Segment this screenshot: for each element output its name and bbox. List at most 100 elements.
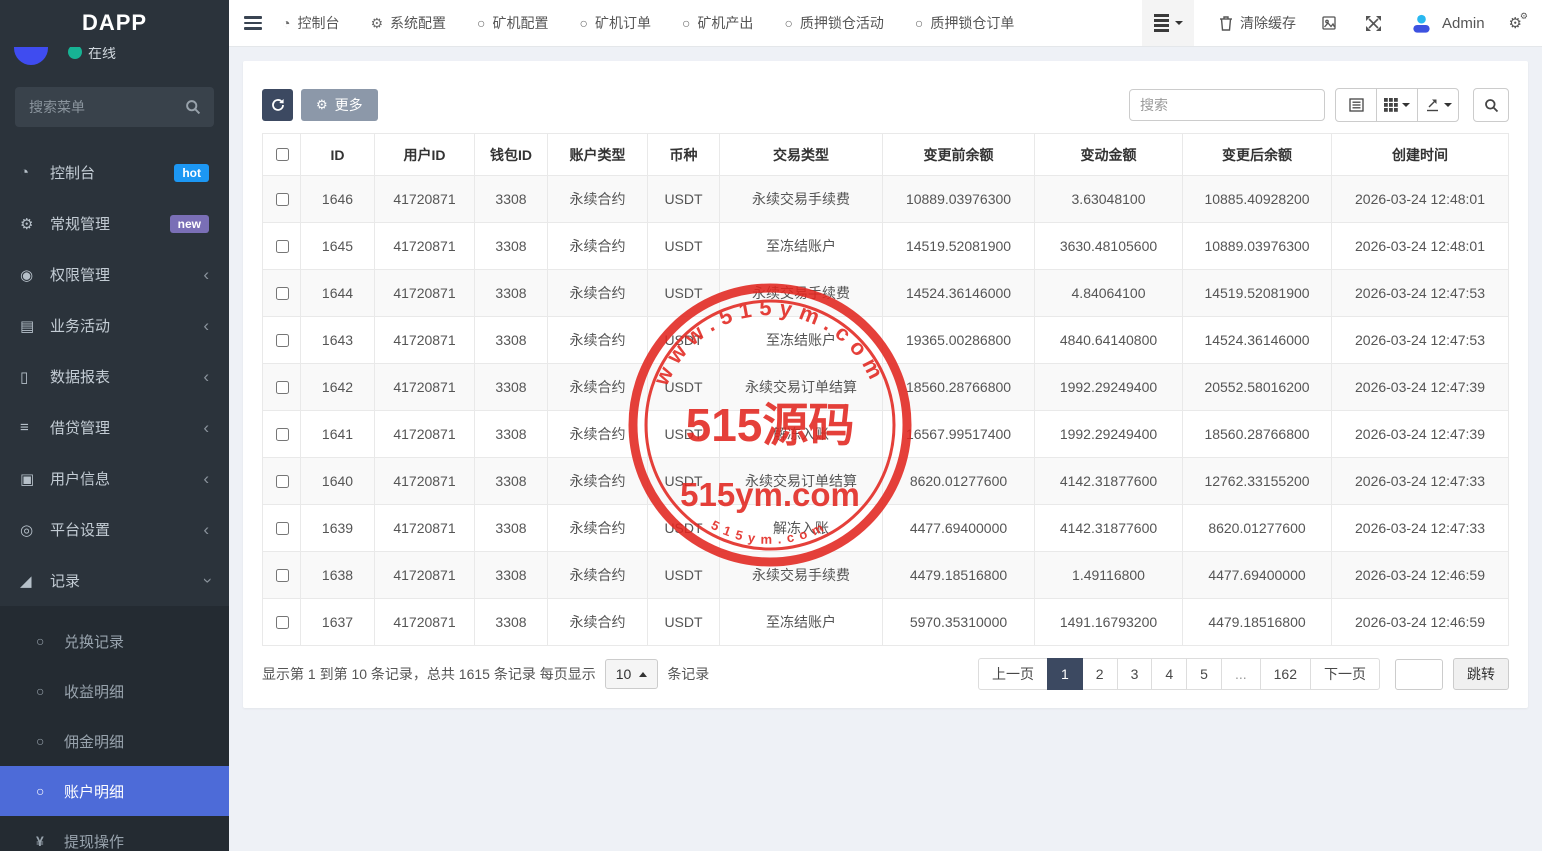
sidebar-subitem-label: 提现操作 xyxy=(64,831,209,851)
cell-tx-type: 至冻结账户 xyxy=(720,223,883,270)
row-checkbox-cell xyxy=(263,364,301,411)
table-search-input[interactable] xyxy=(1129,89,1325,121)
sidebar-subitem[interactable]: 账户明细 xyxy=(0,766,229,816)
fullscreen-icon xyxy=(1365,15,1382,32)
select-all-checkbox[interactable] xyxy=(276,148,289,161)
topbar-right: 清除缓存 xyxy=(1142,0,1542,46)
page-button[interactable]: 5 xyxy=(1186,658,1222,690)
page-size-dropdown[interactable]: 10 xyxy=(605,659,659,689)
cell-tx-type: 解冻入账 xyxy=(720,411,883,458)
nav-list-dropdown-button[interactable] xyxy=(1142,0,1194,46)
cell-user-id: 41720871 xyxy=(375,317,475,364)
topnav-item-label: 矿机配置 xyxy=(493,13,549,33)
cell-user-id: 41720871 xyxy=(375,176,475,223)
chevron-down-icon xyxy=(1402,103,1410,111)
topnav-item[interactable]: 质押锁仓活动 xyxy=(784,13,883,33)
topnav-item[interactable]: 系统配置 xyxy=(370,13,446,33)
cell-before-balance: 14519.52081900 xyxy=(883,223,1035,270)
row-checkbox[interactable] xyxy=(276,381,289,394)
detail-view-button[interactable] xyxy=(1335,88,1377,122)
toolbar-right xyxy=(1129,88,1509,122)
topnav-item[interactable]: 控制台 xyxy=(282,13,339,33)
row-checkbox[interactable] xyxy=(276,287,289,300)
sidebar-item[interactable]: 业务活动 xyxy=(0,300,229,351)
sidebar-subitem[interactable]: 提现操作 xyxy=(0,816,229,851)
sidebar-item-label: 常规管理 xyxy=(50,213,170,234)
list-icon xyxy=(20,419,46,436)
circle-icon xyxy=(36,633,60,649)
page-button[interactable]: 下一页 xyxy=(1310,658,1380,690)
sidebar-item[interactable]: 常规管理 new xyxy=(0,198,229,249)
gear-icon xyxy=(316,97,328,113)
sidebar-item[interactable]: 借贷管理 xyxy=(0,402,229,453)
fullscreen-button[interactable] xyxy=(1365,15,1382,32)
row-checkbox[interactable] xyxy=(276,193,289,206)
circle-icon xyxy=(36,683,60,699)
row-checkbox-cell xyxy=(263,176,301,223)
page-button[interactable]: 162 xyxy=(1260,658,1311,690)
page-jump-button[interactable]: 跳转 xyxy=(1453,658,1509,690)
refresh-icon xyxy=(271,98,285,112)
page-button[interactable]: 2 xyxy=(1082,658,1118,690)
topnav-item[interactable]: 矿机配置 xyxy=(477,13,548,33)
cell-change-amount: 4840.64140800 xyxy=(1035,317,1183,364)
cell-tx-type: 永续交易订单结算 xyxy=(720,458,883,505)
sidebar-item[interactable]: 记录 xyxy=(0,555,229,606)
cell-change-amount: 1.49116800 xyxy=(1035,552,1183,599)
topnav-item[interactable]: 质押锁仓订单 xyxy=(915,13,1014,33)
row-checkbox[interactable] xyxy=(276,569,289,582)
refresh-button[interactable] xyxy=(262,89,293,121)
settings-gears-icon[interactable]: ⚙ xyxy=(1509,14,1522,32)
more-button[interactable]: 更多 xyxy=(301,89,378,121)
page-jump-input[interactable] xyxy=(1395,659,1443,690)
page-button[interactable]: 1 xyxy=(1047,658,1083,690)
search-submit-button[interactable] xyxy=(1473,88,1509,122)
sidebar-subitem[interactable]: 兑换记录 xyxy=(0,616,229,666)
page-button[interactable]: 3 xyxy=(1117,658,1153,690)
sidebar-item[interactable]: 权限管理 xyxy=(0,249,229,300)
sidebar-item-label: 借贷管理 xyxy=(50,417,203,438)
cell-wallet-id: 3308 xyxy=(475,223,548,270)
sidebar-subitem-label: 账户明细 xyxy=(64,781,209,802)
page-button[interactable]: 4 xyxy=(1151,658,1187,690)
cell-after-balance: 14524.36146000 xyxy=(1183,317,1332,364)
sidebar-subitem[interactable]: 佣金明细 xyxy=(0,716,229,766)
sidebar-item[interactable]: 平台设置 xyxy=(0,504,229,555)
yen-icon xyxy=(36,833,60,849)
topnav-item[interactable]: 矿机订单 xyxy=(580,13,651,33)
row-checkbox[interactable] xyxy=(276,522,289,535)
main-area: 控制台 系统配置 矿机配置 矿机订单 矿机产出 质押锁仓活动 质押锁仓订单 xyxy=(229,0,1542,851)
sidebar-item[interactable]: 用户信息 xyxy=(0,453,229,504)
hamburger-icon[interactable] xyxy=(244,16,262,30)
cell-id: 1646 xyxy=(301,176,375,223)
topnav: 控制台 系统配置 矿机配置 矿机订单 矿机产出 质押锁仓活动 质押锁仓订单 xyxy=(282,13,1014,33)
page-button[interactable]: ... xyxy=(1221,658,1261,690)
chevron-icon xyxy=(203,317,209,334)
page-button[interactable]: 上一页 xyxy=(978,658,1048,690)
table-row: 1640 41720871 3308 永续合约 USDT 永续交易订单结算 86… xyxy=(263,458,1509,505)
export-button[interactable] xyxy=(1417,88,1459,122)
cell-account-type: 永续合约 xyxy=(548,317,648,364)
admin-menu[interactable]: Admin xyxy=(1410,12,1485,35)
sidebar-item[interactable]: 控制台 hot xyxy=(0,147,229,198)
cell-user-id: 41720871 xyxy=(375,364,475,411)
row-checkbox[interactable] xyxy=(276,428,289,441)
cell-wallet-id: 3308 xyxy=(475,599,548,646)
columns-button[interactable] xyxy=(1376,88,1418,122)
row-checkbox[interactable] xyxy=(276,475,289,488)
cell-id: 1642 xyxy=(301,364,375,411)
cell-coin: USDT xyxy=(648,552,720,599)
table-row: 1644 41720871 3308 永续合约 USDT 永续交易手续费 145… xyxy=(263,270,1509,317)
sidebar-item[interactable]: 数据报表 xyxy=(0,351,229,402)
cell-account-type: 永续合约 xyxy=(548,458,648,505)
avatar[interactable] xyxy=(14,47,48,65)
row-checkbox[interactable] xyxy=(276,334,289,347)
log-button[interactable] xyxy=(1321,15,1337,31)
row-checkbox[interactable] xyxy=(276,240,289,253)
topnav-item[interactable]: 矿机产出 xyxy=(682,13,753,33)
row-checkbox[interactable] xyxy=(276,616,289,629)
chevron-icon xyxy=(203,470,209,487)
sidebar-subitem[interactable]: 收益明细 xyxy=(0,666,229,716)
clear-cache-button[interactable]: 清除缓存 xyxy=(1219,13,1296,33)
sidebar-submenu: 兑换记录 收益明细 佣金明细 账户明细 提现操作 xyxy=(0,606,229,851)
